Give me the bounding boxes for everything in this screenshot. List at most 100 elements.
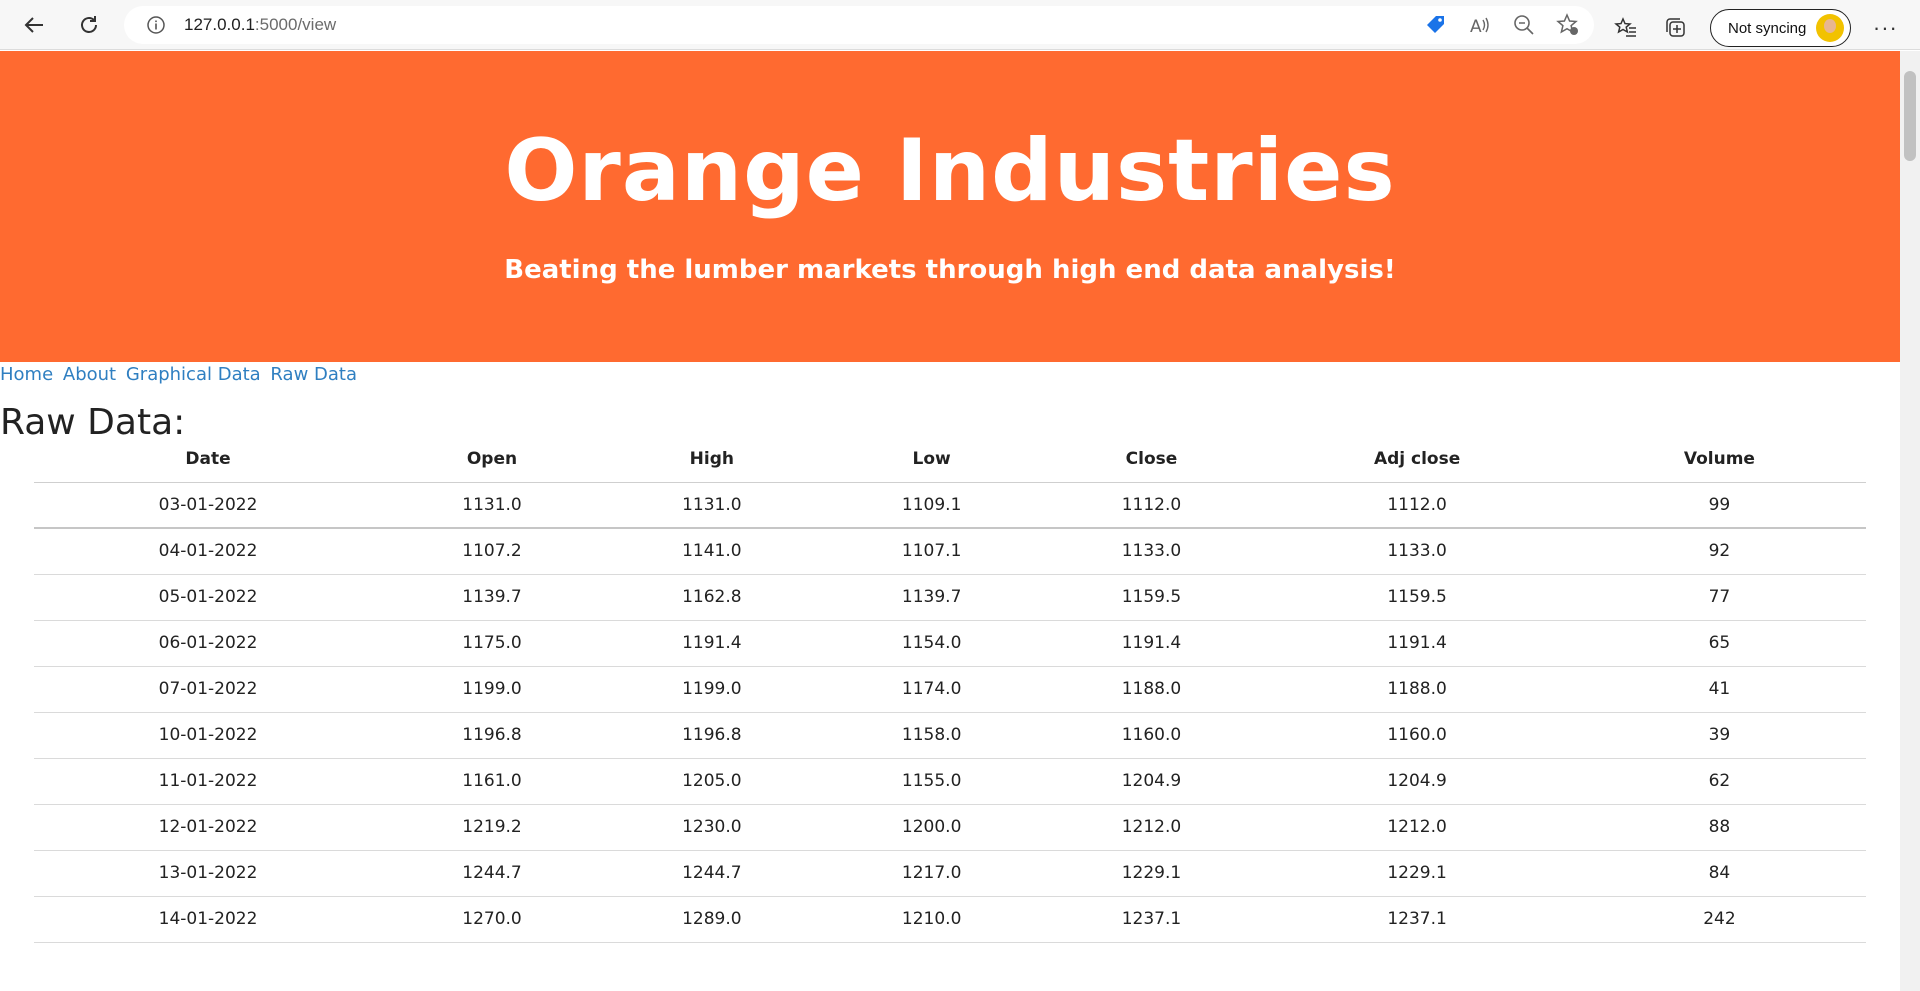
cell-open: 1175.0 [382,620,602,667]
cell-low: 1200.0 [821,804,1042,851]
url-host: 127.0.0.1 [184,15,255,34]
cell-date: 13-01-2022 [34,850,383,897]
cell-high: 1205.0 [601,758,822,805]
nav-link-about[interactable]: About [63,364,116,385]
cell-volume: 62 [1572,758,1866,805]
site-title: Orange Industries [504,121,1396,221]
table-row: 10-01-2022 1196.8 1196.8 1158.0 1160.0 1160.0… [34,712,1866,759]
url-text: 127.0.0.1:5000/view [184,15,336,35]
collections-icon[interactable] [1660,12,1692,44]
column-header-high: High [601,437,822,483]
cell-low: 1109.1 [821,482,1042,529]
cell-adj-close: 1112.0 [1261,482,1573,529]
cell-high: 1230.0 [601,804,822,851]
table-row: 04-01-2022 1107.2 1141.0 1107.1 1133.0 1133.0… [34,528,1866,575]
column-header-close: Close [1041,437,1262,483]
browser-toolbar: 127.0.0.1:5000/view A Not syncing ··· [0,0,1920,50]
sync-status-label: Not syncing [1728,19,1807,37]
cell-adj-close: 1204.9 [1261,758,1573,805]
site-info-icon[interactable] [146,15,166,35]
cell-open: 1161.0 [382,758,602,805]
cell-high: 1191.4 [601,620,822,667]
cell-volume: 242 [1572,896,1866,943]
table-row: 11-01-2022 1161.0 1205.0 1155.0 1204.9 1204.9… [34,758,1866,805]
cell-close: 1188.0 [1041,666,1262,713]
scrollbar-thumb[interactable] [1904,71,1916,161]
address-bar[interactable]: 127.0.0.1:5000/view A [124,6,1594,44]
cell-close: 1229.1 [1041,850,1262,897]
more-options-icon[interactable]: ··· [1869,12,1901,44]
add-favorite-icon[interactable] [1554,11,1582,39]
column-header-adj-close: Adj close [1261,437,1573,483]
column-header-low: Low [821,437,1042,483]
nav-link-graphical-data[interactable]: Graphical Data [126,364,261,385]
cell-adj-close: 1133.0 [1261,528,1573,575]
profile-sync-button[interactable]: Not syncing [1710,9,1852,47]
cell-high: 1162.8 [601,574,822,621]
cell-date: 04-01-2022 [34,528,383,575]
table-row: 07-01-2022 1199.0 1199.0 1174.0 1188.0 1188.0… [34,666,1866,713]
back-arrow-icon[interactable] [18,9,50,41]
favorites-icon[interactable] [1610,12,1642,44]
cell-date: 06-01-2022 [34,620,383,667]
cell-low: 1217.0 [821,850,1042,897]
cell-close: 1112.0 [1041,482,1262,529]
table-row: 14-01-2022 1270.0 1289.0 1210.0 1237.1 1237.1… [34,896,1866,943]
coupon-tag-icon[interactable] [1422,11,1450,39]
table-row: 13-01-2022 1244.7 1244.7 1217.0 1229.1 1229.1… [34,850,1866,897]
page-scrollbar[interactable] [1900,51,1920,991]
url-path: :5000/view [254,15,337,34]
cell-close: 1212.0 [1041,804,1262,851]
cell-date: 12-01-2022 [34,804,383,851]
nav-link-home[interactable]: Home [0,364,53,385]
cell-adj-close: 1160.0 [1261,712,1573,759]
cell-open: 1107.2 [382,528,602,575]
cell-volume: 99 [1572,482,1866,529]
cell-low: 1107.1 [821,528,1042,575]
cell-adj-close: 1159.5 [1261,574,1573,621]
cell-close: 1237.1 [1041,896,1262,943]
cell-open: 1131.0 [382,482,602,529]
column-header-volume: Volume [1572,437,1866,483]
avatar [1816,14,1845,42]
read-aloud-icon[interactable]: A [1466,11,1494,39]
cell-adj-close: 1237.1 [1261,896,1573,943]
cell-volume: 39 [1572,712,1866,759]
cell-date: 14-01-2022 [34,896,383,943]
site-subtitle: Beating the lumber markets through high … [504,255,1396,285]
cell-volume: 88 [1572,804,1866,851]
cell-adj-close: 1191.4 [1261,620,1573,667]
cell-date: 11-01-2022 [34,758,383,805]
cell-close: 1204.9 [1041,758,1262,805]
cell-open: 1219.2 [382,804,602,851]
cell-open: 1139.7 [382,574,602,621]
column-header-open: Open [382,437,602,483]
cell-volume: 92 [1572,528,1866,575]
cell-close: 1191.4 [1041,620,1262,667]
cell-date: 05-01-2022 [34,574,383,621]
raw-data-table: Date Open High Low Close Adj close Volum… [34,437,1866,943]
cell-high: 1131.0 [601,482,822,529]
cell-volume: 41 [1572,666,1866,713]
nav-link-raw-data[interactable]: Raw Data [270,364,357,385]
cell-low: 1139.7 [821,574,1042,621]
main-nav: Home About Graphical Data Raw Data [0,362,1900,390]
cell-high: 1199.0 [601,666,822,713]
cell-adj-close: 1188.0 [1261,666,1573,713]
zoom-out-icon[interactable] [1510,11,1538,39]
column-header-date: Date [34,437,383,483]
table-row: 03-01-2022 1131.0 1131.0 1109.1 1112.0 1112.0… [34,482,1866,529]
table-row: 05-01-2022 1139.7 1162.8 1139.7 1159.5 1159.5… [34,574,1866,621]
cell-high: 1196.8 [601,712,822,759]
cell-low: 1174.0 [821,666,1042,713]
cell-close: 1160.0 [1041,712,1262,759]
cell-open: 1244.7 [382,850,602,897]
reload-icon[interactable] [73,9,105,41]
cell-high: 1244.7 [601,850,822,897]
cell-high: 1141.0 [601,528,822,575]
hero-banner: Orange Industries Beating the lumber mar… [0,51,1900,362]
cell-open: 1196.8 [382,712,602,759]
cell-volume: 77 [1572,574,1866,621]
cell-adj-close: 1212.0 [1261,804,1573,851]
cell-close: 1133.0 [1041,528,1262,575]
